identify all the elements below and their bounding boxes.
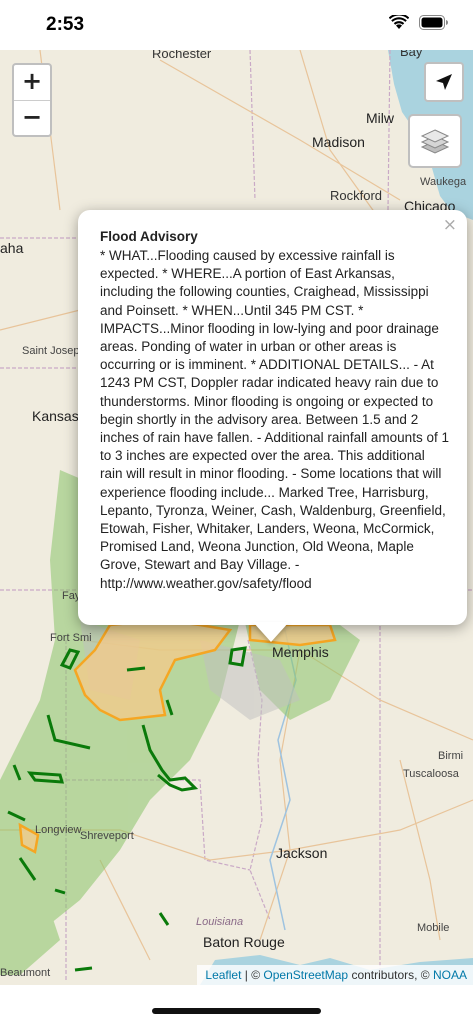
location-arrow-icon [436, 74, 452, 90]
bottom-bar [0, 985, 473, 1024]
map-label-longview: Longview [35, 824, 82, 836]
zoom-in-button[interactable]: + [14, 65, 50, 101]
battery-icon [419, 15, 448, 30]
map-label-jackson: Jackson [276, 845, 328, 861]
attribution-contributors: contributors, © [348, 968, 433, 982]
status-icons [379, 15, 449, 30]
map-label-rochester: Rochester [152, 50, 212, 61]
popup-title: Flood Advisory [100, 229, 198, 244]
leaflet-link[interactable]: Leaflet [205, 968, 241, 982]
map-label-shreveport: Shreveport [80, 830, 134, 842]
map-label-baton-rouge: Baton Rouge [203, 934, 285, 950]
home-indicator[interactable] [152, 1008, 321, 1014]
status-time: 2:53 [46, 14, 85, 35]
map-label-memphis: Memphis [272, 644, 329, 660]
zoom-control: + − [12, 63, 52, 137]
map-label-aha: aha [0, 240, 24, 256]
wifi-icon [389, 15, 409, 29]
map-label-saint-joseph: Saint Josep [22, 345, 80, 357]
flood-advisory-popup: × Flood Advisory * WHAT...Flooding cause… [78, 210, 467, 625]
map-label-milw: Milw [366, 110, 394, 126]
map-label-mobile: Mobile [417, 922, 450, 934]
popup-close-button[interactable]: × [443, 215, 457, 235]
popup-tip [253, 622, 289, 642]
map-label-beaumont: Beaumont [0, 967, 51, 979]
status-bar: 2:53 [0, 0, 473, 50]
map-label-kansas: Kansas [32, 408, 79, 424]
map-label-tuscaloosa: Tuscaloosa [403, 768, 459, 780]
map-label-rockford: Rockford [330, 188, 383, 203]
map-label-waukega: Waukega [420, 176, 467, 188]
zoom-out-button[interactable]: − [14, 101, 50, 136]
map-label-birmi: Birmi [438, 750, 464, 762]
map-label-fort-smith: Fort Smi [50, 632, 92, 644]
layers-button[interactable] [408, 114, 462, 168]
noaa-link[interactable]: NOAA [433, 968, 467, 982]
map-label-louisiana: Louisiana [196, 916, 244, 928]
openstreetmap-link[interactable]: OpenStreetMap [263, 968, 348, 982]
map-attribution: Leaflet | © OpenStreetMap contributors, … [197, 965, 473, 985]
map-label-bay: Bay [400, 50, 423, 59]
map-label-madison: Madison [312, 134, 365, 150]
popup-body: * WHAT...Flooding caused by excessive ra… [100, 248, 449, 591]
locate-button[interactable] [424, 62, 464, 102]
layers-icon [420, 129, 450, 154]
attribution-separator: | © [241, 968, 264, 982]
